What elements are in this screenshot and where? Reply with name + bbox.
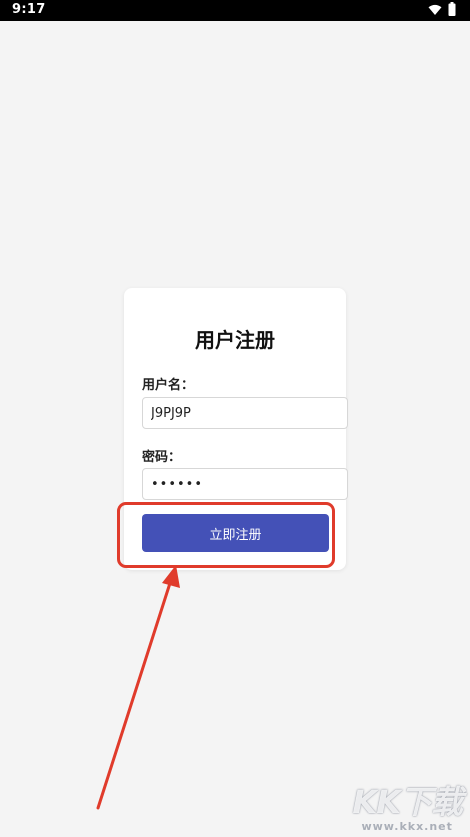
password-label: 密码：: [142, 450, 182, 465]
password-input[interactable]: [142, 468, 348, 500]
page-title: 用户注册: [195, 328, 275, 352]
watermark: KK下载 www.kkx.net: [352, 783, 463, 833]
username-input[interactable]: [142, 397, 348, 429]
wifi-icon: [428, 1, 442, 20]
watermark-url: www.kkx.net: [361, 820, 453, 833]
status-time: 9:17: [12, 2, 46, 17]
watermark-logo: KK下载: [352, 783, 463, 821]
annotation-highlight-box: [117, 502, 335, 568]
battery-icon: [448, 1, 456, 20]
status-icons: [428, 1, 456, 20]
status-bar: 9:17: [0, 0, 470, 21]
username-label: 用户名：: [142, 378, 195, 393]
